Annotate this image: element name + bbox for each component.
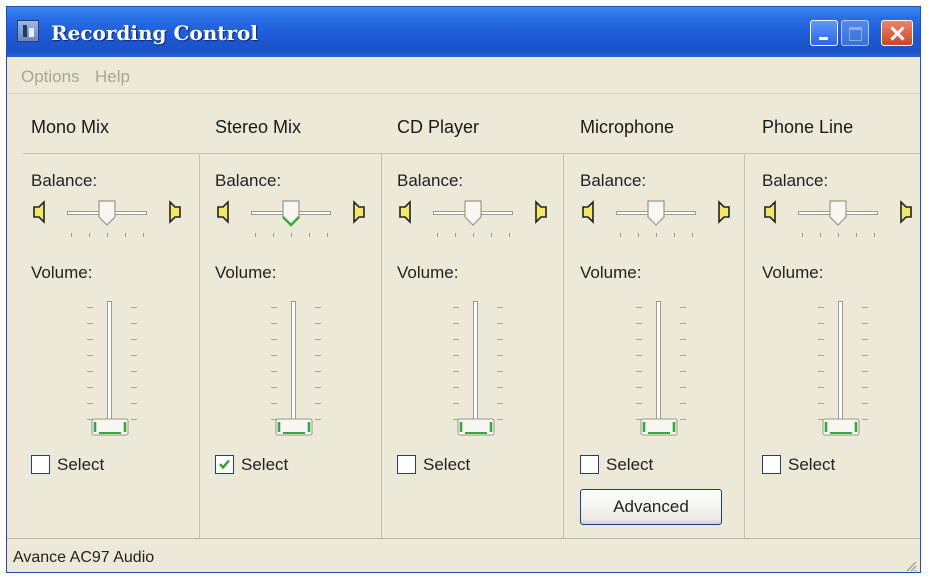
channel-column: Stereo Mix Balance: Volume: Select [215, 95, 397, 538]
balance-label: Balance: [580, 171, 647, 190]
volume-ticks-left [636, 307, 642, 427]
volume-ticks-right [680, 307, 686, 427]
volume-ticks-left [271, 307, 277, 427]
checkmark-icon [219, 459, 230, 470]
volume-label: Volume: [215, 263, 277, 282]
volume-slider[interactable] [640, 418, 678, 436]
select-checkbox[interactable] [580, 455, 599, 474]
volume-slider[interactable] [275, 418, 313, 436]
balance-slider[interactable] [97, 199, 117, 227]
volume-ticks-left [87, 307, 93, 427]
select-label[interactable]: Select [788, 455, 835, 475]
volume-track[interactable] [838, 301, 843, 435]
close-button[interactable] [881, 20, 913, 46]
balance-ticks [437, 233, 510, 237]
maximize-button [841, 20, 869, 46]
select-label[interactable]: Select [423, 455, 470, 475]
balance-ticks [620, 233, 693, 237]
resize-grip-icon[interactable] [905, 560, 917, 572]
balance-label: Balance: [215, 171, 282, 190]
speaker-right-icon [716, 199, 732, 225]
volume-ticks-right [862, 307, 868, 427]
channel-name: Stereo Mix [215, 117, 302, 137]
balance-ticks [71, 233, 144, 237]
volume-track[interactable] [473, 301, 478, 435]
volume-label: Volume: [580, 263, 642, 282]
balance-label: Balance: [31, 171, 98, 190]
volume-ticks-left [818, 307, 824, 427]
volume-slider[interactable] [822, 418, 860, 436]
volume-track[interactable] [656, 301, 661, 435]
volume-slider[interactable] [457, 418, 495, 436]
volume-label: Volume: [762, 263, 824, 282]
volume-label: Volume: [31, 263, 93, 282]
channel-column: Microphone Balance: Volume: Select Advanced [580, 95, 762, 538]
speaker-right-icon [167, 199, 183, 225]
balance-ticks [802, 233, 875, 237]
advanced-button[interactable]: Advanced [580, 489, 722, 525]
status-bar: Avance AC97 Audio [7, 538, 920, 572]
recording-control-window: Recording Control Options Help Mono Mix B… [6, 6, 921, 573]
channel-name: Microphone [580, 117, 675, 137]
channel-column: Phone Line Balance: Volume: Select [762, 95, 920, 538]
menu-options[interactable]: Options [21, 67, 80, 87]
select-label[interactable]: Select [57, 455, 104, 475]
balance-label: Balance: [397, 171, 464, 190]
volume-ticks-right [315, 307, 321, 427]
app-icon[interactable] [17, 20, 39, 42]
volume-slider[interactable] [91, 418, 129, 436]
speaker-left-icon [31, 199, 47, 225]
balance-slider[interactable] [646, 199, 666, 227]
balance-slider[interactable] [463, 199, 483, 227]
channel-column: Mono Mix Balance: Volume: Select [31, 95, 213, 538]
speaker-left-icon [397, 199, 413, 225]
select-label[interactable]: Select [241, 455, 288, 475]
status-device-name: Avance AC97 Audio [13, 549, 155, 566]
balance-slider[interactable] [281, 199, 301, 227]
channel-column: CD Player Balance: Volume: Select [397, 95, 579, 538]
volume-ticks-right [497, 307, 503, 427]
volume-ticks-right [131, 307, 137, 427]
channel-name: Phone Line [762, 117, 854, 137]
window-title: Recording Control [51, 21, 258, 45]
channel-name: Mono Mix [31, 117, 110, 137]
title-bar[interactable]: Recording Control [7, 7, 920, 57]
select-checkbox[interactable] [215, 455, 234, 474]
speaker-left-icon [762, 199, 778, 225]
volume-track[interactable] [291, 301, 296, 435]
speaker-right-icon [533, 199, 549, 225]
channel-name: CD Player [397, 117, 480, 137]
balance-label: Balance: [762, 171, 829, 190]
menu-help[interactable]: Help [95, 67, 130, 87]
volume-label: Volume: [397, 263, 459, 282]
volume-ticks-left [453, 307, 459, 427]
volume-track[interactable] [107, 301, 112, 435]
select-checkbox[interactable] [31, 455, 50, 474]
speaker-left-icon [580, 199, 596, 225]
menu-bar: Options Help [7, 57, 920, 94]
select-checkbox[interactable] [397, 455, 416, 474]
speaker-left-icon [215, 199, 231, 225]
speaker-right-icon [351, 199, 367, 225]
speaker-right-icon [898, 199, 914, 225]
select-checkbox[interactable] [762, 455, 781, 474]
minimize-button[interactable] [810, 20, 838, 46]
balance-ticks [255, 233, 328, 237]
channel-panel: Mono Mix Balance: Volume: Select Stereo Mix B… [7, 95, 920, 538]
select-label[interactable]: Select [606, 455, 653, 475]
balance-slider[interactable] [828, 199, 848, 227]
